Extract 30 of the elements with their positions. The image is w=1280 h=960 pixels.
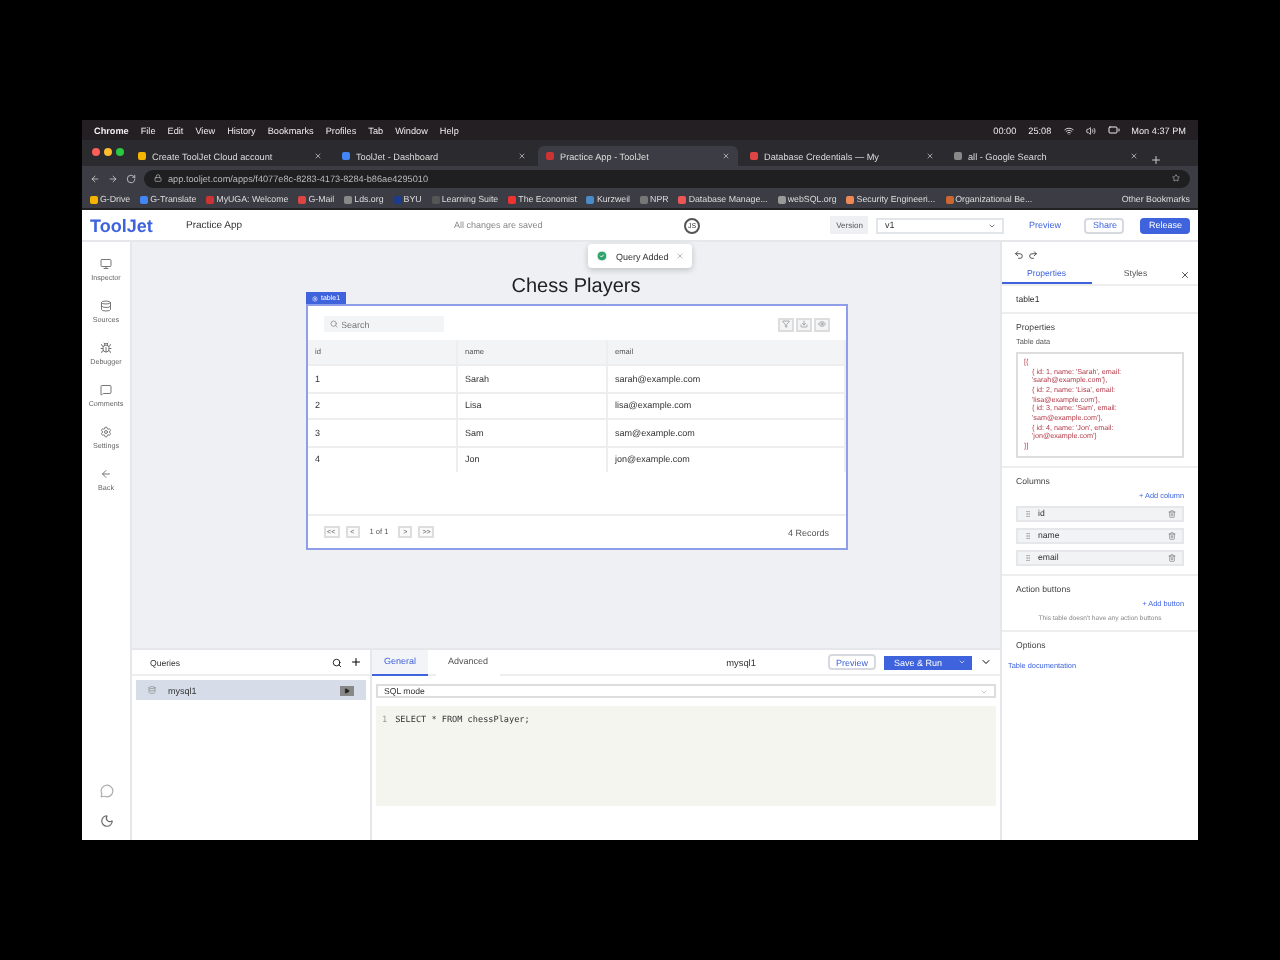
check-icon <box>596 250 608 262</box>
new-tab-icon[interactable] <box>1150 154 1162 166</box>
redo-icon[interactable] <box>1028 250 1038 260</box>
logo: ToolJet <box>90 215 155 235</box>
volume-icon <box>1085 125 1096 135</box>
reload-icon[interactable] <box>126 173 136 183</box>
wifi-icon <box>1063 125 1074 135</box>
plus-icon[interactable] <box>350 656 362 668</box>
close-dot <box>92 148 100 156</box>
lock-icon <box>154 174 162 182</box>
play-icon[interactable] <box>340 685 354 695</box>
moon-icon[interactable] <box>99 814 113 828</box>
database-icon <box>100 300 112 312</box>
monitor-icon <box>99 258 112 270</box>
back-icon[interactable] <box>90 173 100 183</box>
undo-icon[interactable] <box>1014 250 1024 260</box>
database-icon <box>148 686 156 694</box>
page-title: Chess Players <box>511 276 641 298</box>
settings-icon <box>100 426 112 438</box>
chat-icon <box>100 384 112 396</box>
battery-icon <box>1107 124 1120 136</box>
minimize-dot <box>104 148 112 156</box>
arrow-left-icon <box>100 468 112 480</box>
bug-icon <box>99 342 112 354</box>
search-icon[interactable] <box>332 657 342 667</box>
chevron-icon[interactable] <box>980 656 992 668</box>
forward-icon[interactable] <box>108 173 118 183</box>
zoom-dot <box>116 148 124 156</box>
search-icon <box>329 320 337 328</box>
star-icon[interactable] <box>1172 174 1180 182</box>
